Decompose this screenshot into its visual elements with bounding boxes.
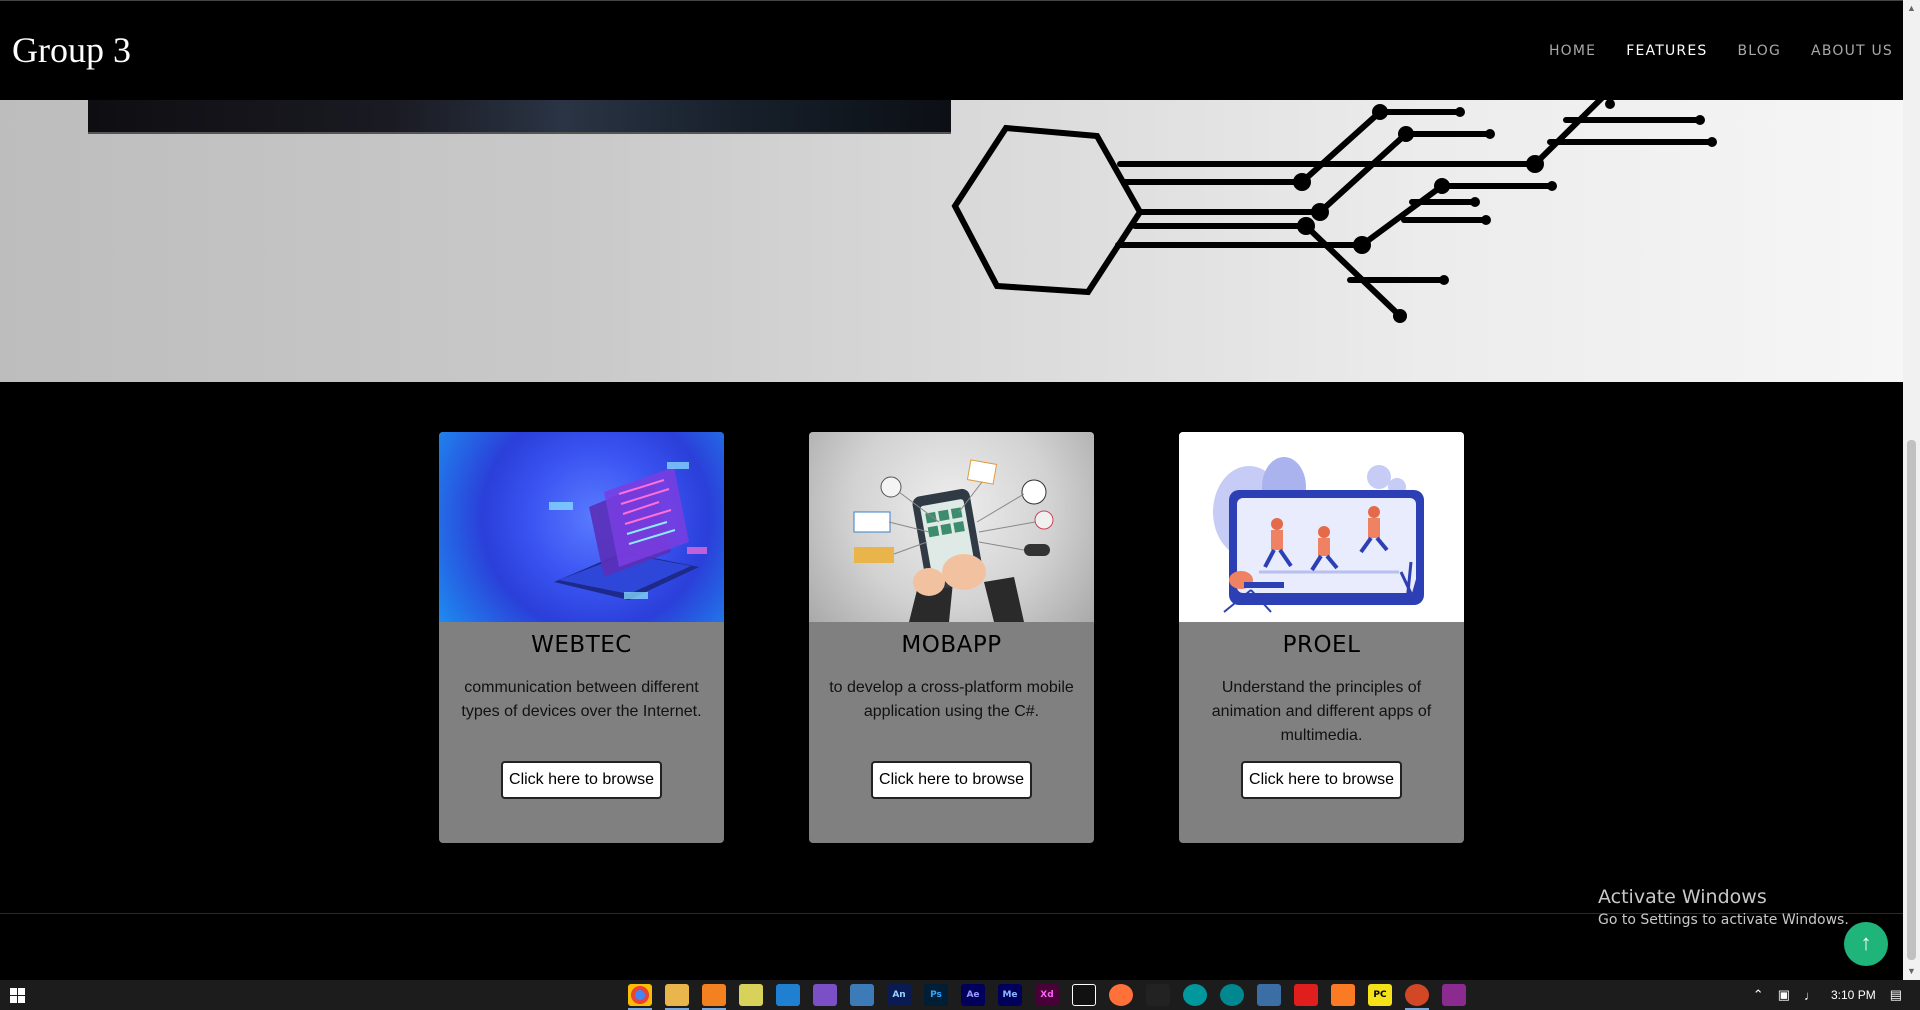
feature-card-webtec: WEBTEC communication between different t… [439,432,724,843]
features-section: WEBTEC communication between different t… [0,382,1903,912]
main-nav: HOME FEATURES BLOG ABOUT US [1549,43,1893,59]
powerpoint-icon[interactable] [1405,984,1429,1010]
taskbar-pinned-apps: An Ps Ae Me Xd PC [628,984,1466,1010]
scroll-top-button[interactable]: ↑ [1844,922,1888,966]
card-description: to develop a cross-platform mobile appli… [829,679,1074,720]
vscode-icon[interactable] [776,984,800,1006]
nav-features[interactable]: FEATURES [1626,43,1707,59]
acrobat-icon[interactable] [1294,984,1318,1006]
scrollbar-thumb[interactable] [1907,440,1916,960]
firefox-icon[interactable] [1109,984,1133,1006]
card-description: communication between different types of… [461,679,702,720]
nav-about-us[interactable]: ABOUT US [1811,43,1893,59]
page-scrollbar[interactable]: ▲ ▼ [1903,0,1920,980]
hero-banner [0,100,1903,382]
site-header: Group 3 HOME FEATURES BLOG ABOUT US [0,0,1903,100]
activate-windows-watermark: Activate Windows Go to Settings to activ… [1598,886,1849,928]
pycharm-icon[interactable]: PC [1368,984,1392,1006]
scroll-up-arrow-icon[interactable]: ▲ [1903,0,1920,17]
animation-illustration [1213,457,1424,613]
arrow-up-icon: ↑ [1860,930,1872,955]
mobile-app-illustration [853,459,1054,622]
photoshop-icon[interactable]: Ps [924,984,948,1006]
laptop-code-illustration [549,462,707,600]
scroll-down-arrow-icon[interactable]: ▼ [1903,963,1920,980]
media-encoder-icon[interactable]: Me [998,984,1022,1006]
card-title: MOBAPP [901,632,1002,658]
sublime-text-icon[interactable] [702,984,726,1010]
visual-studio-icon[interactable] [813,984,837,1006]
taskbar-clock[interactable]: 3:10 PM [1831,988,1876,1002]
chrome-icon[interactable] [628,984,652,1010]
nav-home[interactable]: HOME [1549,43,1596,59]
file-explorer-icon[interactable] [665,984,689,1010]
arduino-ide-icon[interactable] [1220,984,1244,1006]
chevron-up-icon[interactable]: ⌃ [1753,987,1764,1003]
system-tray: ⌃ ▣ ♩ 3:10 PM ▤ [1753,987,1902,1003]
animate-icon[interactable]: An [887,984,911,1006]
webtec-image [439,432,724,622]
python-icon[interactable] [850,984,874,1006]
card-description: Understand the principles of animation a… [1211,679,1432,744]
xd-icon[interactable]: Xd [1035,984,1059,1006]
arduino-icon[interactable] [1183,984,1207,1006]
site-logo[interactable]: Group 3 [12,29,131,71]
feature-card-proel: PROEL Understand the principles of anima… [1179,432,1464,843]
proel-image [1179,432,1464,622]
notepad-icon[interactable] [739,984,763,1006]
card-title: WEBTEC [531,632,632,658]
feature-card-mobapp: MOBAPP to develop a cross-platform mobil… [809,432,1094,843]
mobapp-image [809,432,1094,622]
volume-icon[interactable]: ♩ [1804,988,1817,1003]
windows-taskbar: An Ps Ae Me Xd PC ⌃ ▣ ♩ 3:10 PM ▤ [0,980,1920,1010]
watermark-subtitle: Go to Settings to activate Windows. [1598,912,1849,928]
inkscape-icon[interactable] [1146,984,1170,1006]
nav-blog[interactable]: BLOG [1737,43,1781,59]
browse-button[interactable]: Click here to browse [871,761,1032,799]
network-icon[interactable]: ▣ [1778,987,1790,1003]
circuit-graphic [951,100,1717,323]
capcut-icon[interactable] [1072,984,1096,1006]
card-title: PROEL [1282,632,1361,658]
browse-button[interactable]: Click here to browse [501,761,662,799]
watermark-title: Activate Windows [1598,886,1767,908]
windows-start-icon[interactable] [10,988,26,1004]
snipping-tool-icon[interactable] [1257,984,1281,1006]
xampp-icon[interactable] [1331,984,1355,1006]
notification-icon[interactable]: ▤ [1890,987,1902,1003]
winrar-icon[interactable] [1442,984,1466,1006]
after-effects-icon[interactable]: Ae [961,984,985,1006]
browse-button[interactable]: Click here to browse [1241,761,1402,799]
